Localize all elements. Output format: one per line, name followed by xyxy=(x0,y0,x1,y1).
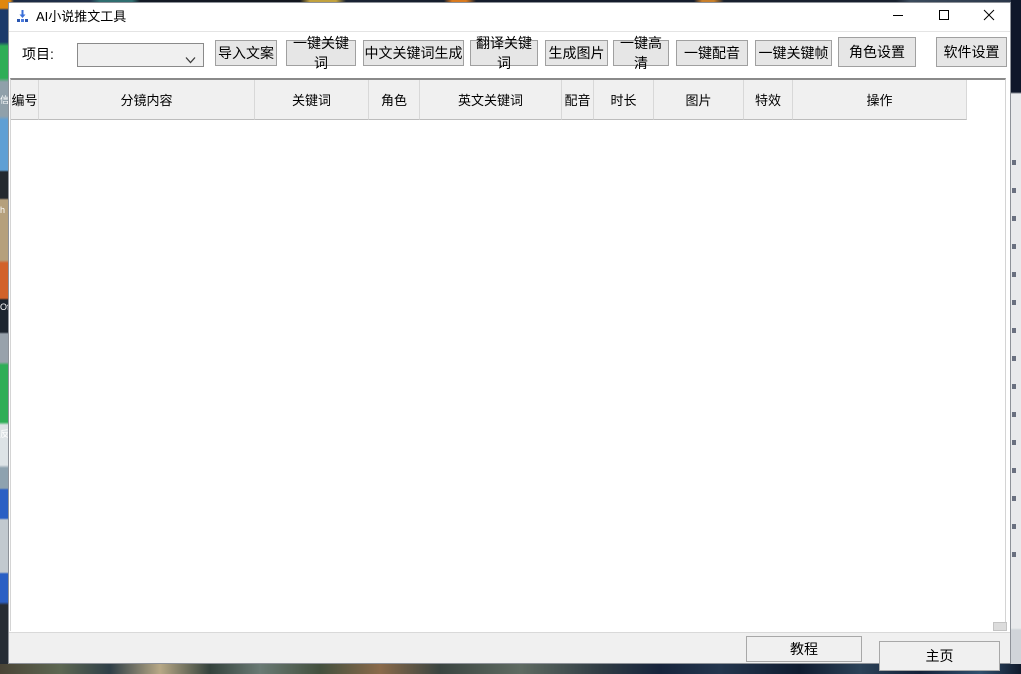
one-key-keyframe-button[interactable]: 一键关键帧 xyxy=(755,40,832,66)
titlebar-separator xyxy=(9,31,1010,32)
table-header-filler xyxy=(967,80,1005,120)
col-image[interactable]: 图片 xyxy=(654,80,744,120)
titlebar[interactable]: AI小说推文工具 xyxy=(9,3,1010,31)
one-key-keywords-button[interactable]: 一键关键词 xyxy=(286,40,356,66)
close-icon xyxy=(983,8,995,26)
window-title: AI小说推文工具 xyxy=(36,3,126,31)
app-window: AI小说推文工具 项目: 导入文案 一键关键词 中文关键词生成 翻译关键词 生成… xyxy=(8,2,1011,664)
col-actions[interactable]: 操作 xyxy=(793,80,967,120)
table-header-row: 编号 分镜内容 关键词 角色 英文关键词 配音 时长 图片 特效 操作 xyxy=(11,80,1005,120)
col-role[interactable]: 角色 xyxy=(369,80,420,120)
scrollbar-corner xyxy=(993,622,1007,631)
storyboard-table: 编号 分镜内容 关键词 角色 英文关键词 配音 时长 图片 特效 操作 xyxy=(10,78,1006,631)
desktop-icon-label-fragment: 反 xyxy=(0,430,8,439)
home-button[interactable]: 主页 xyxy=(879,641,1000,671)
app-icon xyxy=(15,9,30,24)
col-storyboard-content[interactable]: 分镜内容 xyxy=(39,80,255,120)
col-duration[interactable]: 时长 xyxy=(594,80,654,120)
one-key-dubbing-button[interactable]: 一键配音 xyxy=(676,40,748,66)
project-label: 项目: xyxy=(22,44,54,64)
minimize-icon xyxy=(892,8,904,26)
background-window-edge-strip xyxy=(1011,0,1021,674)
desktop-wallpaper-bottom-strip xyxy=(0,664,1021,674)
chevron-down-icon xyxy=(185,51,196,69)
tutorial-button[interactable]: 教程 xyxy=(746,636,862,662)
minimize-button[interactable] xyxy=(875,3,921,31)
one-key-hd-button[interactable]: 一键高清 xyxy=(613,40,669,66)
col-dubbing[interactable]: 配音 xyxy=(562,80,594,120)
chinese-keywords-gen-button[interactable]: 中文关键词生成 xyxy=(363,40,464,66)
software-settings-button[interactable]: 软件设置 xyxy=(936,37,1007,67)
desktop-icon-label-fragment: 信 xyxy=(0,96,8,105)
translate-keywords-button[interactable]: 翻译关键词 xyxy=(470,40,538,66)
desktop-wallpaper-left-strip: 信 h Of 反 xyxy=(0,0,8,674)
col-number[interactable]: 编号 xyxy=(11,80,39,120)
col-english-keywords[interactable]: 英文关键词 xyxy=(420,80,562,120)
role-settings-button[interactable]: 角色设置 xyxy=(838,37,916,67)
col-effects[interactable]: 特效 xyxy=(744,80,793,120)
project-select[interactable] xyxy=(77,43,204,67)
desktop-icon-label-fragment: h xyxy=(0,206,5,215)
desktop-icon-label-fragment: Of xyxy=(0,303,8,312)
maximize-button[interactable] xyxy=(921,3,967,31)
maximize-icon xyxy=(938,8,950,26)
import-script-button[interactable]: 导入文案 xyxy=(215,40,277,66)
col-keywords[interactable]: 关键词 xyxy=(255,80,369,120)
close-button[interactable] xyxy=(967,3,1010,31)
table-body-empty[interactable] xyxy=(11,120,1005,632)
generate-images-button[interactable]: 生成图片 xyxy=(545,40,608,66)
